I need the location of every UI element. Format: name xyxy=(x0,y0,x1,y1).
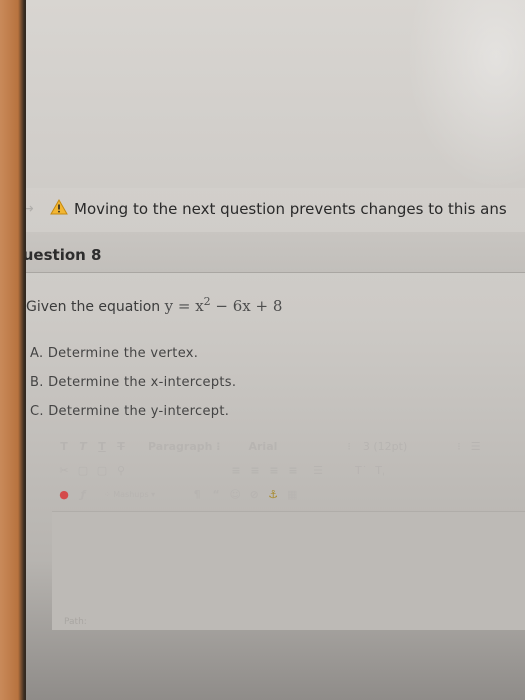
more-icon[interactable]: ☰ xyxy=(471,440,481,453)
given-label: Given the equation xyxy=(26,299,165,315)
warning-text: Moving to the next question prevents cha… xyxy=(74,200,507,218)
part-b: B. Determine the x-intercepts. xyxy=(30,375,237,390)
spellcheck-icon[interactable]: ● xyxy=(56,488,72,501)
justify-icon[interactable]: ≡ xyxy=(285,464,301,477)
formula-icon[interactable]: ƒ xyxy=(75,488,91,501)
mashups-button[interactable]: ⁘ Mashups ▾ xyxy=(104,490,155,499)
question-parts: A. Determine the vertex. B. Determine th… xyxy=(30,346,236,433)
size-select[interactable]: 3 (12pt) xyxy=(363,440,407,453)
toolbar-row-2: ✂ ▢ ▢ ⚲ ≡ ≡ ≡ ≡ ☰ T˙ Tˌ xyxy=(56,459,525,481)
quote-icon[interactable]: “ xyxy=(208,488,224,501)
align-left-icon[interactable]: ≡ xyxy=(228,464,244,477)
cut-icon[interactable]: ✂ xyxy=(56,464,72,477)
find-icon[interactable]: ⚲ xyxy=(113,464,129,477)
underline-button[interactable]: T xyxy=(94,440,110,453)
equation: y = x2 − 6x + 8 xyxy=(164,295,283,315)
anchor-icon[interactable]: ⚓ xyxy=(265,488,281,501)
align-center-icon[interactable]: ≡ xyxy=(247,464,263,477)
italic-button[interactable]: T xyxy=(75,440,91,453)
bold-button[interactable]: T xyxy=(56,440,72,453)
toolbar-row-3: ● ƒ ⁘ Mashups ▾ ¶ “ ☺ ⊘ ⚓ ▦ xyxy=(56,483,525,505)
paste-icon[interactable]: ▢ xyxy=(94,464,110,477)
copy-icon[interactable]: ▢ xyxy=(75,464,91,477)
list-icon[interactable]: ☰ xyxy=(310,464,326,477)
paragraph-select[interactable]: Paragraph ⁝ xyxy=(148,440,220,453)
editor-path-bar: Path: xyxy=(64,617,87,627)
part-c: C. Determine the y-intercept. xyxy=(30,404,230,419)
screen-glare xyxy=(406,0,525,190)
size-select-chevron-icon[interactable]: ⁝ xyxy=(457,440,461,453)
font-select-chevron-icon[interactable]: ⁝ xyxy=(347,440,351,453)
arrow-right-icon: → xyxy=(26,201,34,217)
subscript-button[interactable]: Tˌ xyxy=(375,464,385,477)
question-prompt: Given the equation y = x2 − 6x + 8 xyxy=(26,295,282,315)
paragraph-mark-icon[interactable]: ¶ xyxy=(189,488,205,501)
question-body: Given the equation y = x2 − 6x + 8 A. De… xyxy=(26,273,525,700)
warning-triangle-icon xyxy=(50,198,68,219)
align-right-icon[interactable]: ≡ xyxy=(266,464,282,477)
part-a: A. Determine the vertex. xyxy=(30,346,199,361)
emoji-icon[interactable]: ☺ xyxy=(227,488,243,501)
font-select[interactable]: Arial xyxy=(248,440,277,453)
superscript-button[interactable]: T˙ xyxy=(355,464,367,477)
table-icon[interactable]: ▦ xyxy=(284,488,300,501)
strikethrough-button[interactable]: T xyxy=(113,440,129,453)
warning-banner: → Moving to the next question prevents c… xyxy=(26,192,525,226)
question-title: Question 8 xyxy=(26,246,102,264)
toolbar-row-1: T T T T Paragraph ⁝ Arial ⁝ 3 (12pt) ⁝ ☰ xyxy=(56,435,525,457)
browser-screen: → Moving to the next question prevents c… xyxy=(26,0,525,700)
link-icon[interactable]: ⊘ xyxy=(246,488,262,501)
